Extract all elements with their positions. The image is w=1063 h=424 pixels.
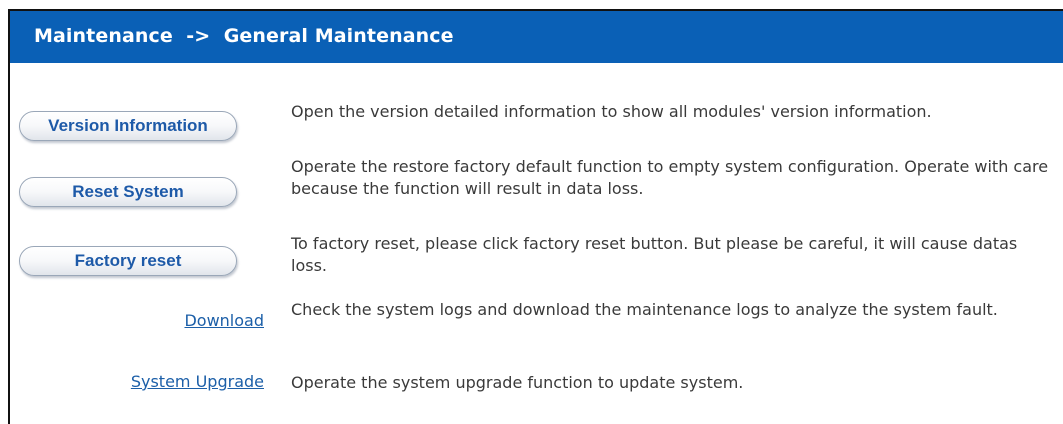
- download-description: Check the system logs and download the m…: [291, 300, 998, 319]
- reset-system-description: Operate the restore factory default func…: [291, 157, 1049, 198]
- maintenance-panel: Maintenance -> General Maintenance: [8, 9, 1063, 424]
- factory-reset-button[interactable]: Factory reset: [19, 246, 237, 276]
- version-information-description: Open the version detailed information to…: [291, 102, 932, 121]
- version-information-button[interactable]: Version Information: [19, 111, 237, 141]
- factory-reset-description: To factory reset, please click factory r…: [291, 234, 1018, 275]
- page-title: Maintenance -> General Maintenance: [34, 25, 454, 47]
- page-header: Maintenance -> General Maintenance: [10, 11, 1063, 63]
- reset-system-button[interactable]: Reset System: [19, 177, 237, 207]
- system-upgrade-link[interactable]: System Upgrade: [131, 372, 264, 391]
- system-upgrade-description: Operate the system upgrade function to u…: [291, 373, 744, 392]
- download-link[interactable]: Download: [184, 311, 264, 330]
